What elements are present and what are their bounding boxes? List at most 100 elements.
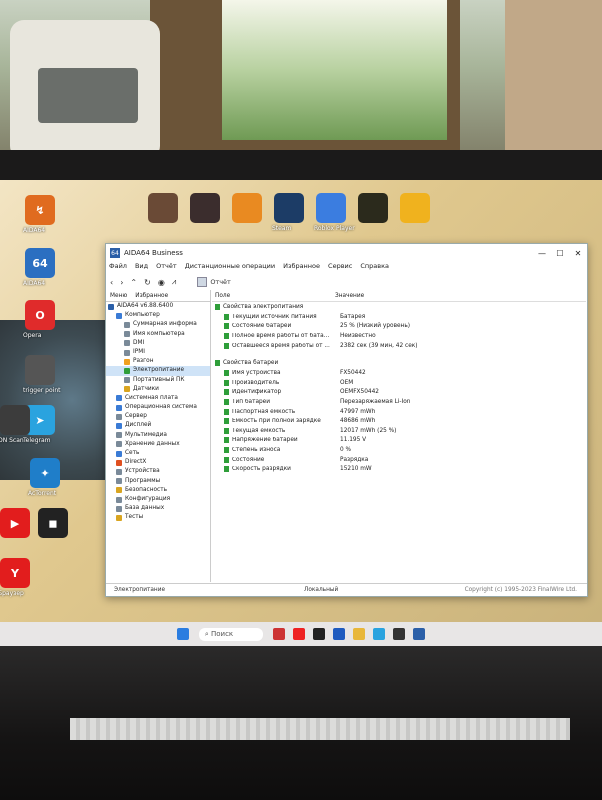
tree-item[interactable]: Суммарная информа <box>106 320 210 329</box>
table-row[interactable]: Ёмкость при полной зарядке 48686 mWh <box>212 416 586 426</box>
tree-item[interactable]: Системная плата <box>106 394 210 403</box>
column-value[interactable]: Значение <box>335 293 364 299</box>
table-row[interactable]: Напряжение батареи 11.195 V <box>212 436 586 446</box>
opera-desktop-icon[interactable]: O <box>25 300 55 330</box>
field-cell: Идентификатор <box>212 389 336 396</box>
folder-taskbar-icon[interactable] <box>353 628 366 640</box>
table-row[interactable]: Состояние Разрядка <box>212 455 586 465</box>
battery-icon <box>224 466 229 473</box>
maximize-button[interactable]: ☐ <box>551 249 569 258</box>
tree-item[interactable]: Сервер <box>106 412 210 421</box>
taskbar-app-icon[interactable] <box>393 628 406 640</box>
roblox-player-desktop-icon[interactable] <box>316 193 346 223</box>
tree-item[interactable]: Безопасность <box>106 486 210 495</box>
tree-item[interactable]: IPMI <box>106 348 210 357</box>
tree-item[interactable]: DirectX <box>106 458 210 467</box>
tree-item[interactable]: Конфигурация <box>106 495 210 504</box>
sixtyfour-desktop-icon[interactable]: 64 <box>25 248 55 278</box>
menu-item[interactable]: Справка <box>360 262 389 274</box>
table-row[interactable]: Оставшееся время работы от ... 2382 сек (… <box>212 341 586 351</box>
desktop-icon-label: ON Scan <box>0 437 24 444</box>
onscan-desktop-icon[interactable] <box>0 405 30 435</box>
tree-item[interactable]: Датчики <box>106 385 210 394</box>
tree-item[interactable]: Имя компьютера <box>106 330 210 339</box>
chart-icon[interactable]: ⩘ <box>172 277 177 287</box>
table-row[interactable]: Состояние батарей 25 % (Низкий уровень) <box>212 322 586 332</box>
tree-item[interactable]: Сеть <box>106 449 210 458</box>
menu-item[interactable]: Сервис <box>328 262 352 274</box>
codmw-desktop-icon[interactable] <box>358 193 388 223</box>
tree-item[interactable]: Портативный ПК <box>106 376 210 385</box>
value-cell: OEM <box>340 379 354 386</box>
tab-favorites[interactable]: Избранное <box>131 293 172 299</box>
table-row[interactable]: Текущий источник питания Батарея <box>212 312 586 322</box>
forward-icon[interactable]: › <box>120 278 123 287</box>
column-field[interactable]: Поле <box>212 293 335 299</box>
table-row[interactable]: Производитель OEM <box>212 378 586 388</box>
menu-item[interactable]: Отчёт <box>156 262 177 274</box>
tree-item[interactable]: Операционная система <box>106 403 210 412</box>
value-cell: 0 % <box>340 446 352 453</box>
report-button[interactable]: Отчёт <box>197 277 231 287</box>
tree-item[interactable]: База данных <box>106 504 210 513</box>
opera-taskbar-icon[interactable] <box>293 628 306 640</box>
tree-item[interactable]: AIDA64 v6.88.6400 <box>106 302 210 311</box>
window-title: AIDA64 Business <box>124 249 183 257</box>
table-row[interactable]: Степень износа 0 % <box>212 445 586 455</box>
tab-menu[interactable]: Меню <box>106 293 131 299</box>
back-icon[interactable]: ‹ <box>110 278 113 287</box>
menu-item[interactable]: Избранное <box>283 262 320 274</box>
menu-item[interactable]: Файл <box>109 262 127 274</box>
trigger-desktop-icon[interactable] <box>25 355 55 385</box>
telegram-taskbar-icon[interactable] <box>373 628 386 640</box>
tree-item[interactable]: DMI <box>106 339 210 348</box>
start-icon[interactable] <box>176 628 189 640</box>
battery-icon <box>224 398 229 405</box>
roblox-desktop-icon[interactable]: ◼ <box>38 508 68 538</box>
taskbar-app-icon[interactable] <box>313 628 326 640</box>
field-label: Состояние батарей <box>232 323 292 330</box>
tree-item[interactable]: Разгон <box>106 357 210 366</box>
store-taskbar-icon[interactable] <box>333 628 346 640</box>
steam-desktop-icon[interactable] <box>274 193 304 223</box>
taskbar-search[interactable]: ⌕ Поиск <box>198 627 264 641</box>
tree-node-icon <box>116 514 122 521</box>
tree-item[interactable]: Компьютер <box>106 311 210 320</box>
aida-desktop-desktop-icon[interactable]: ↯ <box>25 195 55 225</box>
youtube-desktop-icon[interactable]: ▶ <box>0 508 30 538</box>
user-icon[interactable]: ◉ <box>158 278 165 287</box>
table-row[interactable]: Скорость разрядки 15210 mW <box>212 464 586 474</box>
table-row[interactable]: Паспортная ёмкость 47997 mWh <box>212 407 586 417</box>
minimize-button[interactable]: — <box>533 249 551 258</box>
field-cell: Оставшееся время работы от ... <box>212 342 336 349</box>
desktop-icon-label: Roblox Player <box>314 225 355 232</box>
table-row[interactable]: Идентификатор OEMFX50442 <box>212 388 586 398</box>
top2-desktop-icon[interactable] <box>190 193 220 223</box>
menu-item[interactable]: Вид <box>135 262 148 274</box>
table-row[interactable]: Текущая ёмкость 12017 mWh (25 %) <box>212 426 586 436</box>
taskbar-app-icon[interactable] <box>273 628 286 640</box>
tree-item[interactable]: Тесты <box>106 513 210 522</box>
cs-desktop-icon[interactable] <box>400 193 430 223</box>
tree-item-label: Безопасность <box>125 486 168 493</box>
aida-taskbar-icon[interactable] <box>413 628 426 640</box>
menu-item[interactable]: Дистанционные операции <box>185 262 275 274</box>
up-icon[interactable]: ⌃ <box>130 278 137 287</box>
top1-desktop-icon[interactable] <box>148 193 178 223</box>
table-row[interactable]: Полное время работы от бата... Неизвестно <box>212 331 586 341</box>
refresh-icon[interactable]: ↻ <box>144 278 151 287</box>
desktop-icon-label: AIDA64 <box>23 227 46 234</box>
table-row[interactable]: Имя устройства FX50442 <box>212 368 586 378</box>
desktop-icon-label: Браузер <box>0 590 24 597</box>
table-row[interactable]: Тип батареи Перезаряжаемая Li-Ion <box>212 397 586 407</box>
tree-item[interactable]: Электропитание <box>106 366 210 376</box>
tree-item[interactable]: Устройства <box>106 467 210 476</box>
close-button[interactable]: ✕ <box>569 249 587 258</box>
tree-item[interactable]: Дисплей <box>106 421 210 430</box>
tree-item[interactable]: Программы <box>106 477 210 486</box>
top3-desktop-icon[interactable] <box>232 193 262 223</box>
tree-item[interactable]: Хранение данных <box>106 440 210 449</box>
yandex-desktop-icon[interactable]: Y <box>0 558 30 588</box>
tree-item[interactable]: Мультимедиа <box>106 431 210 440</box>
acronet-desktop-icon[interactable]: ✦ <box>30 458 60 488</box>
